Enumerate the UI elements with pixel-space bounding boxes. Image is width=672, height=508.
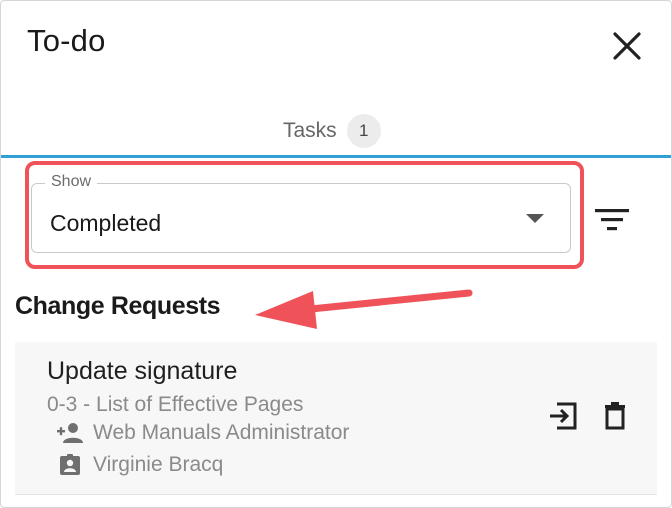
person-add-icon	[55, 421, 85, 445]
item-title: Update signature	[47, 357, 238, 385]
annotation-arrow	[255, 289, 473, 329]
tab-tasks-label: Tasks	[283, 119, 337, 142]
filter-button[interactable]	[593, 203, 633, 239]
tab-bar: Tasks 1	[1, 106, 671, 156]
tab-tasks[interactable]: Tasks 1	[283, 114, 381, 148]
tab-tasks-count-badge: 1	[346, 114, 381, 148]
item-document: 0-3 - List of Effective Pages	[47, 393, 304, 416]
annotation-highlight-box	[25, 161, 584, 269]
active-tab-indicator	[1, 155, 671, 158]
section-heading: Change Requests	[15, 292, 221, 320]
item-owner: Virginie Bracq	[93, 453, 224, 476]
filter-lines-icon	[595, 209, 629, 231]
trash-icon	[605, 402, 625, 430]
delete-button[interactable]	[597, 398, 633, 434]
open-in-icon	[550, 402, 577, 430]
todo-panel: To-do Tasks 1 Completed Show Change Requ…	[0, 0, 672, 508]
close-icon	[613, 32, 641, 60]
item-assignee-row: Web Manuals Administrator	[55, 421, 349, 445]
item-assignee: Web Manuals Administrator	[93, 421, 350, 444]
panel-title: To-do	[27, 23, 106, 58]
badge-icon	[55, 453, 85, 477]
list-item[interactable]: Update signature 0-3 - List of Effective…	[15, 342, 657, 495]
close-button[interactable]	[609, 28, 645, 64]
item-owner-row: Virginie Bracq	[55, 453, 223, 477]
open-button[interactable]	[545, 398, 581, 434]
